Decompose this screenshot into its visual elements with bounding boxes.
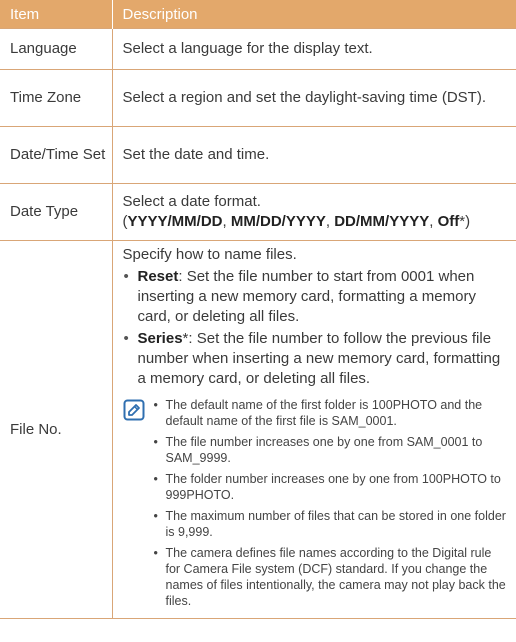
note-icon xyxy=(123,399,144,421)
series-label: Series xyxy=(137,330,183,347)
item-language: Language xyxy=(0,28,112,70)
item-time-zone: Time Zone xyxy=(0,69,112,127)
desc-date-time-set: Set the date and time. xyxy=(111,126,516,184)
date-type-intro: Select a date format. xyxy=(122,193,261,210)
series-text: *: Set the file number to follow the pre… xyxy=(137,330,501,387)
reset-text: : Set the file number to start from 0001… xyxy=(137,268,476,325)
item-date-time-set: Date/Time Set xyxy=(0,126,112,184)
table-row-file-no: File No. Specify how to name files. Rese… xyxy=(0,240,516,619)
column-header-item: Item xyxy=(0,0,112,29)
option-reset: Reset: Set the file number to start from… xyxy=(123,267,507,327)
note-item: The folder number increases one by one f… xyxy=(153,471,507,503)
file-naming-options: Reset: Set the file number to start from… xyxy=(123,267,507,389)
file-no-intro: Specify how to name files. xyxy=(122,246,297,263)
settings-table: Item Description Language Select a langu… xyxy=(0,0,516,619)
note-item: The camera defines file names according … xyxy=(153,545,507,609)
reset-label: Reset xyxy=(137,268,179,285)
table-row-date-type: Date Type Select a date format. (YYYY/MM… xyxy=(0,183,516,241)
table-row-language: Language Select a language for the displ… xyxy=(0,28,516,70)
table-row-date-time-set: Date/Time Set Set the date and time. xyxy=(0,126,516,184)
date-format-option: YYYY/MM/DD xyxy=(127,213,223,230)
table-header-row: Item Description xyxy=(0,0,516,29)
note-item: The maximum number of files that can be … xyxy=(153,508,507,540)
desc-language: Select a language for the display text. xyxy=(111,28,516,70)
desc-file-no: Specify how to name files. Reset: Set th… xyxy=(111,240,516,619)
note-box: The default name of the first folder is … xyxy=(123,397,507,614)
desc-date-type: Select a date format. (YYYY/MM/DD, MM/DD… xyxy=(111,183,516,241)
option-series: Series*: Set the file number to follow t… xyxy=(123,329,507,389)
column-header-description: Description xyxy=(111,0,516,29)
date-format-option: DD/MM/YYYY xyxy=(334,213,430,230)
table-row-time-zone: Time Zone Select a region and set the da… xyxy=(0,69,516,127)
desc-time-zone: Select a region and set the daylight-sav… xyxy=(111,69,516,127)
date-format-option: Off xyxy=(437,213,460,230)
note-list: The default name of the first folder is … xyxy=(153,397,507,614)
note-item: The file number increases one by one fro… xyxy=(153,434,507,466)
note-item: The default name of the first folder is … xyxy=(153,397,507,429)
item-date-type: Date Type xyxy=(0,183,112,241)
date-format-option: MM/DD/YYYY xyxy=(230,213,326,230)
date-type-options: (YYYY/MM/DD, MM/DD/YYYY, DD/MM/YYYY, Off… xyxy=(122,213,471,230)
item-file-no: File No. xyxy=(0,240,112,619)
